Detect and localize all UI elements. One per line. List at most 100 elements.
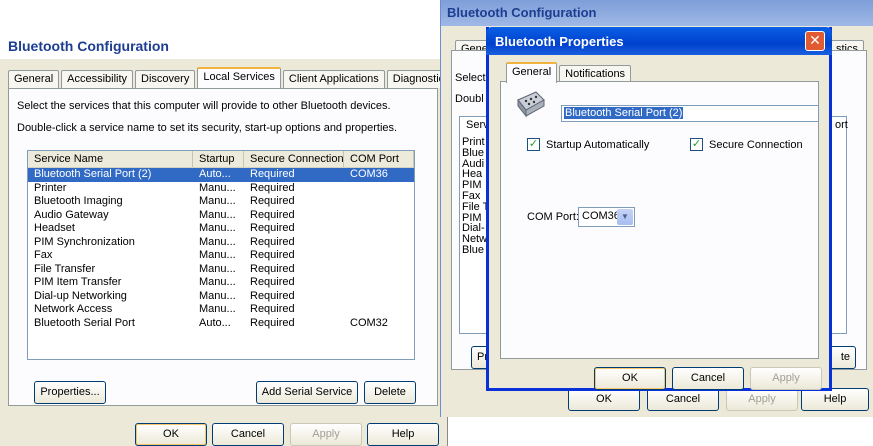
delete-button[interactable]: Delete — [364, 381, 416, 404]
secure-connection-cell: Required — [250, 222, 295, 234]
com-port-cell — [344, 182, 414, 196]
startup-automatically-checkbox[interactable]: ✓ Startup Automatically — [527, 138, 649, 151]
cancel-button[interactable]: Cancel — [212, 423, 284, 446]
com-port-cell — [344, 263, 414, 277]
service-name-cell: Printer — [34, 181, 67, 194]
com-port-value: COM36 — [582, 210, 620, 222]
secure-connection-checkbox[interactable]: ✓ Secure Connection — [690, 138, 803, 151]
bg-ok-button[interactable]: OK — [568, 388, 640, 411]
secure-connection-cell: Required — [250, 303, 295, 315]
startup-cell: Manu... — [199, 289, 236, 302]
tab-discovery[interactable]: Discovery — [135, 70, 196, 88]
tab-general[interactable]: General — [8, 70, 60, 88]
table-row[interactable]: File Transfer Manu... Required — [28, 263, 414, 277]
chevron-down-icon[interactable]: ▼ — [617, 209, 633, 225]
add-serial-service-button[interactable]: Add Serial Service — [256, 381, 358, 404]
com-port-select[interactable]: COM36 ▼ — [578, 207, 635, 227]
table-row[interactable]: PIM Item Transfer Manu... Required — [28, 276, 414, 290]
intro-text-1: Select the services that this computer w… — [17, 100, 391, 112]
bluetooth-configuration-window: Bluetooth Configuration General Accessib… — [0, 33, 456, 446]
service-name-cell: File Transfer — [34, 262, 96, 275]
column-header-secure-connection[interactable]: Secure Connection — [244, 151, 344, 167]
window-title: Bluetooth Configuration — [0, 33, 448, 59]
startup-cell: Manu... — [199, 276, 236, 288]
service-name-cell: Bluetooth Serial Port — [34, 316, 135, 329]
com-port-cell — [344, 222, 414, 236]
column-header-com-port[interactable]: COM Port — [344, 151, 414, 167]
intro-text-2: Double-click a service name to set its s… — [17, 122, 398, 134]
service-name-cell: Network Access — [34, 303, 113, 315]
service-name-cell: Audio Gateway — [34, 208, 109, 221]
table-row[interactable]: Bluetooth Serial Port Auto... Required COM3… — [28, 317, 414, 331]
table-row[interactable]: Bluetooth Serial Port (2) Auto... Required… — [28, 168, 414, 182]
bg-double-text: Doubl — [455, 93, 484, 105]
column-header-service-name[interactable]: Service Name — [28, 151, 193, 167]
secure-connection-cell: Required — [250, 181, 295, 194]
dialog-title: Bluetooth Properties — [486, 27, 832, 55]
service-name-cell: Bluetooth Imaging — [34, 195, 123, 207]
tab-local-services[interactable]: Local Services — [197, 67, 281, 88]
com-port-cell — [344, 303, 414, 317]
service-name-cell: Dial-up Networking — [34, 289, 127, 302]
dialog-cancel-button[interactable]: Cancel — [672, 367, 744, 390]
list-body: Bluetooth Serial Port (2) Auto... Required… — [28, 168, 414, 330]
secure-connection-label: Secure Connection — [709, 138, 803, 151]
table-row[interactable]: Bluetooth Imaging Manu... Required — [28, 195, 414, 209]
table-row[interactable]: PIM Synchronization Manu... Required — [28, 236, 414, 250]
tab-accessibility[interactable]: Accessibility — [61, 70, 134, 88]
startup-cell: Manu... — [199, 235, 236, 248]
dialog-apply-button[interactable]: Apply — [750, 367, 822, 390]
service-name-cell: PIM Synchronization — [34, 235, 135, 248]
bg-select-text: Select — [455, 72, 486, 84]
table-row[interactable]: Fax Manu... Required — [28, 249, 414, 263]
table-row[interactable]: Dial-up Networking Manu... Required — [28, 290, 414, 304]
column-header-startup[interactable]: Startup — [193, 151, 244, 167]
secure-connection-cell: Required — [250, 276, 295, 288]
bg-cancel-button[interactable]: Cancel — [647, 388, 719, 411]
ok-button[interactable]: OK — [135, 423, 207, 446]
service-name-cell: PIM Item Transfer — [34, 276, 122, 288]
secure-connection-cell: Required — [250, 316, 295, 329]
dialog-tab-general[interactable]: General — [506, 62, 558, 83]
bg-help-button[interactable]: Help — [801, 388, 869, 411]
startup-cell: Manu... — [199, 303, 236, 315]
service-name-text: Bluetooth Serial Port (2) — [564, 107, 684, 119]
dialog-ok-button[interactable]: OK — [594, 367, 666, 390]
close-icon[interactable]: ✕ — [805, 31, 825, 51]
list-header: Service Name Startup Secure Connection C… — [28, 151, 414, 168]
startup-cell: Manu... — [199, 262, 236, 275]
check-icon: ✓ — [527, 138, 540, 151]
startup-cell: Manu... — [199, 195, 236, 207]
background-window-title: Bluetooth Configuration — [441, 0, 873, 26]
secure-connection-cell: Required — [250, 235, 295, 248]
help-button[interactable]: Help — [367, 423, 439, 446]
services-list[interactable]: Service Name Startup Secure Connection C… — [27, 150, 415, 360]
tab-strip: General Accessibility Discovery Local Se… — [8, 67, 458, 88]
properties-button[interactable]: Properties... — [34, 381, 106, 404]
com-port-label: COM Port: — [527, 211, 579, 223]
apply-button[interactable]: Apply — [290, 423, 362, 446]
service-name-cell: Fax — [34, 249, 53, 261]
table-row[interactable]: Audio Gateway Manu... Required — [28, 209, 414, 223]
com-port-cell — [344, 195, 414, 209]
service-name-cell: Headset — [34, 222, 75, 234]
secure-connection-cell: Required — [250, 195, 295, 207]
startup-cell: Auto... — [199, 168, 231, 180]
table-row[interactable]: Printer Manu... Required — [28, 182, 414, 196]
com-port-cell: COM36 — [350, 168, 388, 180]
tab-client-applications[interactable]: Client Applications — [282, 70, 385, 88]
com-port-cell — [344, 249, 414, 263]
startup-cell: Manu... — [199, 222, 236, 234]
secure-connection-cell: Required — [250, 168, 295, 180]
table-row[interactable]: Network Access Manu... Required — [28, 303, 414, 317]
service-name-field[interactable]: Bluetooth Serial Port (2) — [561, 105, 819, 122]
secure-connection-cell: Required — [250, 289, 295, 302]
bg-apply-button[interactable]: Apply — [726, 388, 798, 411]
table-row[interactable]: Headset Manu... Required — [28, 222, 414, 236]
startup-cell: Manu... — [199, 208, 236, 221]
check-icon: ✓ — [690, 138, 703, 151]
secure-connection-cell: Required — [250, 262, 295, 275]
com-port-cell — [344, 276, 414, 290]
bluetooth-properties-dialog: Bluetooth Properties ✕ General Notificat… — [486, 27, 832, 391]
com-port-cell — [344, 290, 414, 304]
